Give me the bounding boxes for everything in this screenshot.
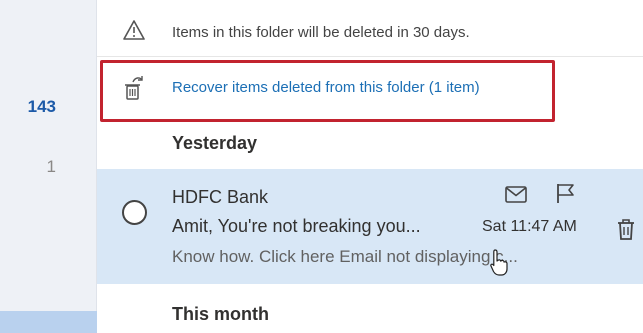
- selected-folder-indicator[interactable]: [0, 311, 97, 333]
- group-header-this-month[interactable]: This month: [172, 304, 269, 325]
- mail-sender: HDFC Bank: [172, 187, 269, 207]
- retention-info-text: Items in this folder will be deleted in …: [172, 24, 470, 41]
- mail-time: Sat 11:47 AM: [482, 218, 577, 235]
- select-checkbox[interactable]: [122, 200, 147, 225]
- mail-subject: Amit, You're not breaking you...: [172, 216, 421, 236]
- mail-preview: Know how. Click here Email not displayin…: [172, 247, 518, 266]
- trash-icon[interactable]: [616, 218, 636, 240]
- mouse-pointer-icon: [490, 249, 508, 276]
- group-header-yesterday[interactable]: Yesterday: [172, 133, 257, 154]
- flag-icon[interactable]: [554, 182, 576, 204]
- recycle-bin-icon: [125, 76, 143, 100]
- envelope-icon[interactable]: [505, 186, 527, 203]
- folder-count-strip: 143 1: [0, 0, 97, 333]
- folder-count-unread[interactable]: 143: [28, 97, 56, 117]
- message-list-pane: Items in this folder will be deleted in …: [97, 0, 643, 333]
- retention-info-bar: Items in this folder will be deleted in …: [97, 0, 643, 57]
- mail-list-item[interactable]: HDFC Bank Amit, You're not breaking you.…: [97, 169, 643, 284]
- recover-items-row[interactable]: Recover items deleted from this folder (…: [97, 57, 643, 122]
- warning-icon: [123, 20, 145, 40]
- recover-items-link[interactable]: Recover items deleted from this folder (…: [172, 79, 480, 96]
- folder-count[interactable]: 1: [47, 157, 56, 177]
